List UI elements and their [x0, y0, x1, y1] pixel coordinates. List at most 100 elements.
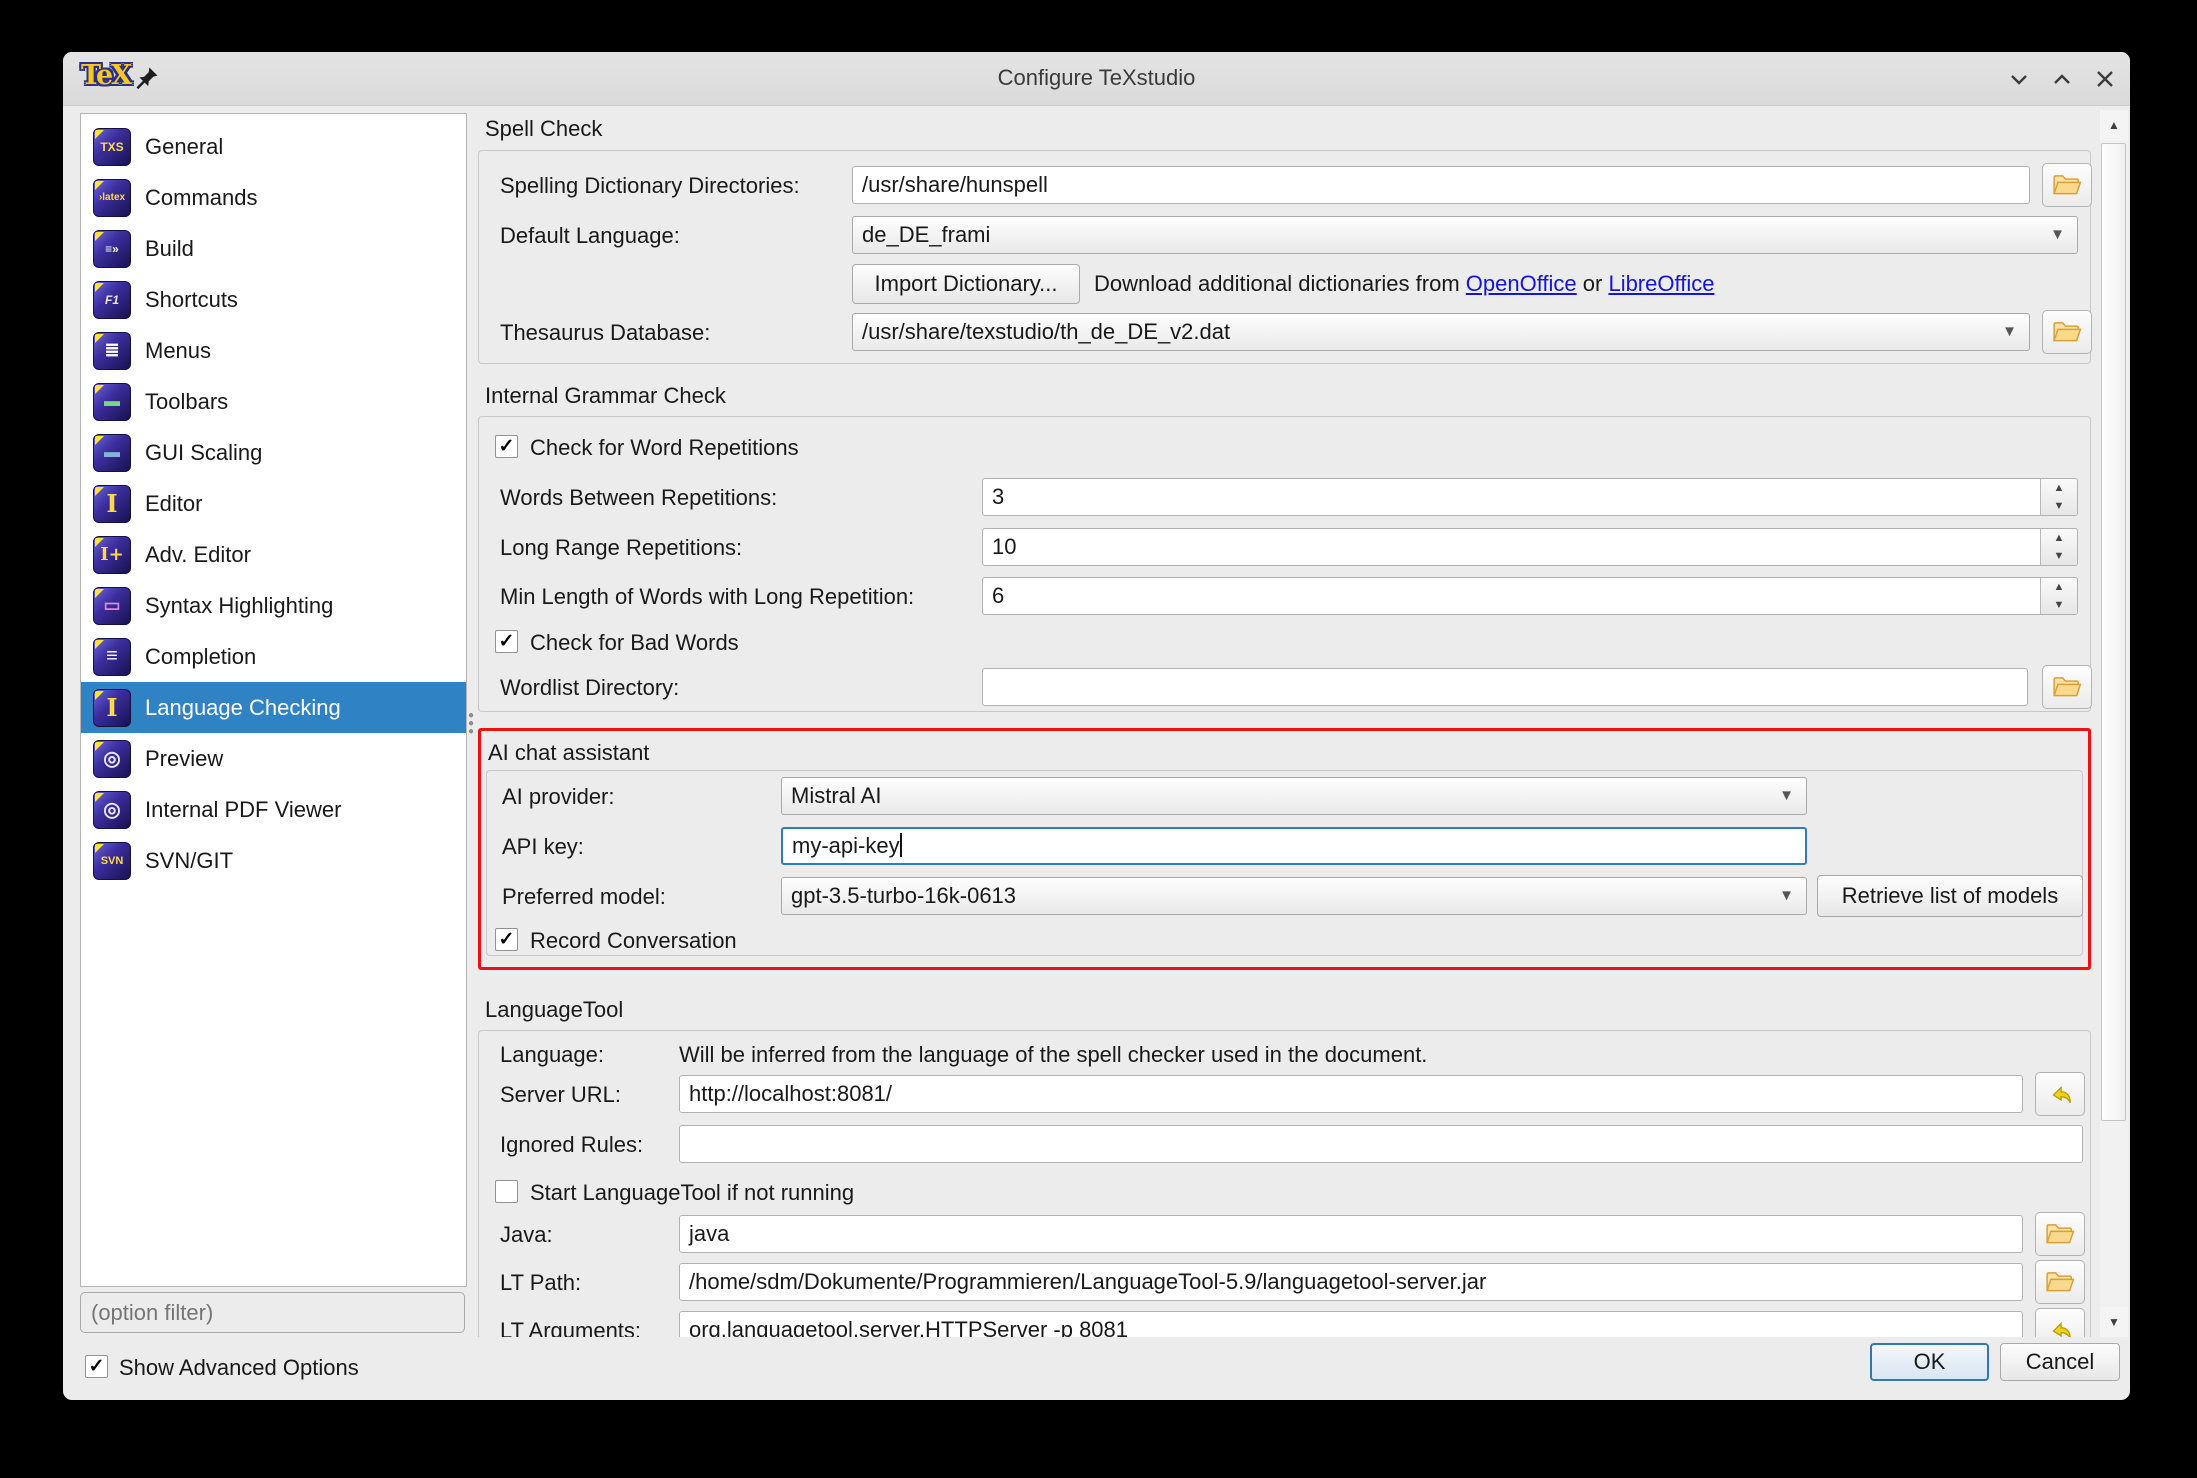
- api-key-field[interactable]: my-api-key: [781, 827, 1807, 865]
- sidebar-item-editor[interactable]: IEditor: [81, 478, 466, 529]
- wordlist-dir-label: Wordlist Directory:: [500, 675, 679, 701]
- sidebar-item-label: Completion: [145, 644, 256, 670]
- words-between-stepper[interactable]: 3▲▼: [982, 478, 2078, 516]
- show-advanced-checkbox[interactable]: [85, 1355, 108, 1378]
- wordlist-dir-browse-button[interactable]: [2042, 665, 2092, 709]
- server-url-reset-button[interactable]: [2035, 1072, 2085, 1116]
- start-languagetool-label: Start LanguageTool if not running: [530, 1180, 854, 1206]
- magnifier-page-icon: ◎: [93, 791, 131, 829]
- thesaurus-browse-button[interactable]: [2042, 310, 2092, 354]
- f1-key-icon: F1: [93, 281, 131, 319]
- sidebar-item-build[interactable]: ≡»Build: [81, 223, 466, 274]
- lt-arguments-label: LT Arguments:: [500, 1318, 641, 1337]
- sidebar-item-general[interactable]: TXSGeneral: [81, 121, 466, 172]
- word-repetitions-label: Check for Word Repetitions: [530, 435, 799, 461]
- section-title-grammar: Internal Grammar Check: [485, 383, 726, 409]
- sidebar-item-internal-pdf-viewer[interactable]: ◎Internal PDF Viewer: [81, 784, 466, 835]
- bad-words-checkbox[interactable]: [495, 630, 518, 653]
- settings-category-list: TXSGeneral ›latexCommands ≡»Build F1Shor…: [80, 113, 467, 1287]
- undo-arrow-icon: [2046, 1317, 2074, 1337]
- sidebar-item-label: Build: [145, 236, 194, 262]
- toolbar-icon: ▬: [93, 434, 131, 472]
- dict-dirs-input[interactable]: /usr/share/hunspell: [852, 166, 2030, 204]
- ai-provider-label: AI provider:: [502, 784, 615, 810]
- folder-icon: [2052, 674, 2082, 700]
- import-dictionary-button[interactable]: Import Dictionary...: [852, 264, 1080, 304]
- lt-path-input[interactable]: /home/sdm/Dokumente/Programmieren/Langua…: [679, 1263, 2023, 1301]
- splitter-handle[interactable]: ●●●: [468, 712, 474, 738]
- long-range-stepper[interactable]: 10▲▼: [982, 528, 2078, 566]
- download-dictionaries-text: Download additional dictionaries from Op…: [1094, 271, 1714, 297]
- sidebar-item-language-checking[interactable]: ILanguage Checking: [81, 682, 466, 733]
- word-repetitions-checkbox[interactable]: [495, 435, 518, 458]
- server-url-input[interactable]: http://localhost:8081/: [679, 1075, 2023, 1113]
- lt-path-label: LT Path:: [500, 1270, 581, 1296]
- sidebar-item-preview[interactable]: ◎Preview: [81, 733, 466, 784]
- java-label: Java:: [500, 1222, 553, 1248]
- retrieve-models-button[interactable]: Retrieve list of models: [1817, 875, 2083, 917]
- openoffice-link[interactable]: OpenOffice: [1466, 271, 1577, 296]
- desktop-background: { "window": { "title": "Configure TeXstu…: [0, 0, 2197, 1478]
- server-url-label: Server URL:: [500, 1082, 621, 1108]
- min-length-stepper[interactable]: 6▲▼: [982, 577, 2078, 615]
- ai-provider-select[interactable]: Mistral AI▼: [781, 777, 1807, 815]
- record-conversation-checkbox[interactable]: [495, 928, 518, 951]
- spin-up-icon[interactable]: ▲: [2041, 529, 2077, 547]
- window-close-icon[interactable]: [2089, 64, 2121, 94]
- window-shade-icon[interactable]: [2003, 64, 2035, 94]
- sidebar-item-completion[interactable]: ≡Completion: [81, 631, 466, 682]
- menu-list-icon: ≣: [93, 332, 131, 370]
- folder-icon: [2045, 1221, 2075, 1247]
- sidebar-item-gui-scaling[interactable]: ▬ GUI Scaling: [81, 427, 466, 478]
- sidebar-item-label: Preview: [145, 746, 223, 772]
- api-key-label: API key:: [502, 834, 584, 860]
- ok-button[interactable]: OK: [1870, 1343, 1989, 1381]
- sidebar-item-shortcuts[interactable]: F1Shortcuts: [81, 274, 466, 325]
- sidebar-item-toolbars[interactable]: ▬Toolbars: [81, 376, 466, 427]
- lt-path-browse-button[interactable]: [2035, 1260, 2085, 1304]
- scroll-up-icon[interactable]: ▲: [2100, 110, 2128, 140]
- dropdown-arrow-icon: ▼: [1779, 778, 1794, 814]
- txs-general-icon: TXS: [93, 128, 131, 166]
- spin-down-icon[interactable]: ▼: [2041, 497, 2077, 515]
- folder-icon: [2052, 319, 2082, 345]
- scrollbar-thumb[interactable]: [2101, 143, 2126, 1121]
- dict-dirs-label: Spelling Dictionary Directories:: [500, 173, 800, 199]
- dropdown-arrow-icon: ▼: [2002, 314, 2017, 350]
- lt-arguments-input[interactable]: org.languagetool.server.HTTPServer -p 80…: [679, 1311, 2023, 1337]
- text-caret: [900, 833, 902, 857]
- long-range-label: Long Range Repetitions:: [500, 535, 742, 561]
- sidebar-item-commands[interactable]: ›latexCommands: [81, 172, 466, 223]
- libreoffice-link[interactable]: LibreOffice: [1608, 271, 1714, 296]
- spin-down-icon[interactable]: ▼: [2041, 596, 2077, 614]
- spin-up-icon[interactable]: ▲: [2041, 578, 2077, 596]
- bad-words-label: Check for Bad Words: [530, 630, 739, 656]
- scroll-down-icon[interactable]: ▼: [2100, 1307, 2128, 1337]
- show-advanced-label: Show Advanced Options: [119, 1355, 359, 1381]
- spin-up-icon[interactable]: ▲: [2041, 479, 2077, 497]
- ignored-rules-input[interactable]: [679, 1125, 2083, 1163]
- window-maximize-icon[interactable]: [2046, 64, 2078, 94]
- sidebar-item-adv-editor[interactable]: I+Adv. Editor: [81, 529, 466, 580]
- lt-arguments-reset-button[interactable]: [2035, 1308, 2085, 1337]
- java-browse-button[interactable]: [2035, 1212, 2085, 1256]
- vertical-scrollbar[interactable]: ▲ ▼: [2100, 110, 2128, 1337]
- sidebar-item-menus[interactable]: ≣Menus: [81, 325, 466, 376]
- java-input[interactable]: java: [679, 1215, 2023, 1253]
- sidebar-item-svn-git[interactable]: SVNSVN/GIT: [81, 835, 466, 886]
- spin-down-icon[interactable]: ▼: [2041, 547, 2077, 565]
- dict-dirs-browse-button[interactable]: [2042, 163, 2092, 207]
- preferred-model-select[interactable]: gpt-3.5-turbo-16k-0613▼: [781, 877, 1807, 915]
- wordlist-dir-input[interactable]: [982, 668, 2028, 706]
- cancel-button[interactable]: Cancel: [2000, 1343, 2120, 1381]
- latex-commands-icon: ›latex: [93, 179, 131, 217]
- sidebar-item-label: GUI Scaling: [145, 440, 262, 466]
- text-cursor-icon: I: [93, 689, 131, 727]
- sidebar-item-syntax-highlighting[interactable]: ▭Syntax Highlighting: [81, 580, 466, 631]
- title-bar[interactable]: TeX Configure TeXstudio: [63, 52, 2130, 106]
- option-filter-input[interactable]: [80, 1292, 465, 1333]
- thesaurus-select[interactable]: /usr/share/texstudio/th_de_DE_v2.dat▼: [852, 313, 2030, 351]
- start-languagetool-checkbox[interactable]: [495, 1180, 518, 1203]
- default-language-select[interactable]: de_DE_frami▼: [852, 216, 2078, 254]
- folder-icon: [2052, 172, 2082, 198]
